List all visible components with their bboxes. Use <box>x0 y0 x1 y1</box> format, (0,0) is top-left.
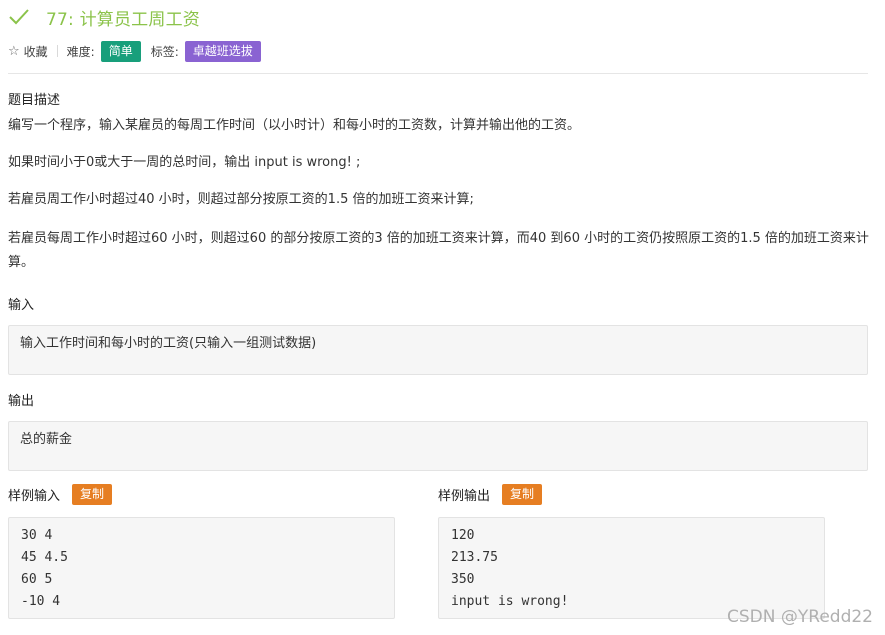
problem-header: 77: 计算员工周工资 <box>8 4 200 30</box>
sample-output-header: 样例输出 复制 <box>438 484 543 505</box>
code-line: -10 4 <box>21 594 61 609</box>
description-paragraph: 编写一个程序，输入某雇员的每周工作时间（以小时计）和每小时的工资数，计算并输出他… <box>8 118 581 133</box>
sample-input-header: 样例输入 复制 <box>8 484 113 505</box>
header-divider <box>8 73 868 74</box>
star-icon[interactable]: ☆ <box>8 44 20 59</box>
copy-sample-output-button[interactable]: 复制 <box>502 484 543 505</box>
code-line: 30 4 <box>21 528 53 543</box>
meta-divider <box>56 45 58 57</box>
sample-output-label: 样例输出 <box>438 489 491 504</box>
description-paragraph: 若雇员每周工作小时超过60 小时，则超过60 的部分按原工资的3 倍的加班工资来… <box>8 231 869 270</box>
copy-sample-input-button[interactable]: 复制 <box>72 484 113 505</box>
input-content: 输入工作时间和每小时的工资(只输入一组测试数据) <box>20 336 317 351</box>
output-box: 总的薪金 <box>8 421 868 471</box>
code-line: 213.75 <box>451 550 498 565</box>
sample-output-box[interactable]: 120 213.75 350 input is wrong! <box>438 517 825 619</box>
code-line: 350 <box>451 572 475 587</box>
difficulty-label: 难度: <box>66 44 95 59</box>
check-icon <box>9 9 29 25</box>
output-content: 总的薪金 <box>20 432 73 447</box>
output-heading: 输出 <box>8 394 35 409</box>
description-paragraph: 若雇员周工作小时超过40 小时，则超过部分按原工资的1.5 倍的加班工资来计算; <box>8 192 474 207</box>
tag-badge[interactable]: 卓越班选拔 <box>184 40 261 62</box>
description-heading: 题目描述 <box>8 93 61 108</box>
input-box: 输入工作时间和每小时的工资(只输入一组测试数据) <box>8 325 868 375</box>
input-heading: 输入 <box>8 298 35 313</box>
description-paragraph: 如果时间小于0或大于一周的总时间，输出 input is wrong! ; <box>8 155 361 170</box>
code-line: 45 4.5 <box>21 550 68 565</box>
csdn-watermark: CSDN @YRedd22 <box>727 607 873 627</box>
tags-label: 标签: <box>150 44 179 59</box>
difficulty-badge: 简单 <box>100 40 141 62</box>
code-line: 120 <box>451 528 475 543</box>
page-title: 77: 计算员工周工资 <box>46 9 200 30</box>
sample-input-box[interactable]: 30 4 45 4.5 60 5 -10 4 <box>8 517 395 619</box>
sample-input-label: 样例输入 <box>8 489 61 504</box>
code-line: 60 5 <box>21 572 53 587</box>
favorite-link[interactable]: 收藏 <box>24 43 48 60</box>
problem-meta: ☆ 收藏 难度: 简单 标签: 卓越班选拔 <box>8 40 261 62</box>
